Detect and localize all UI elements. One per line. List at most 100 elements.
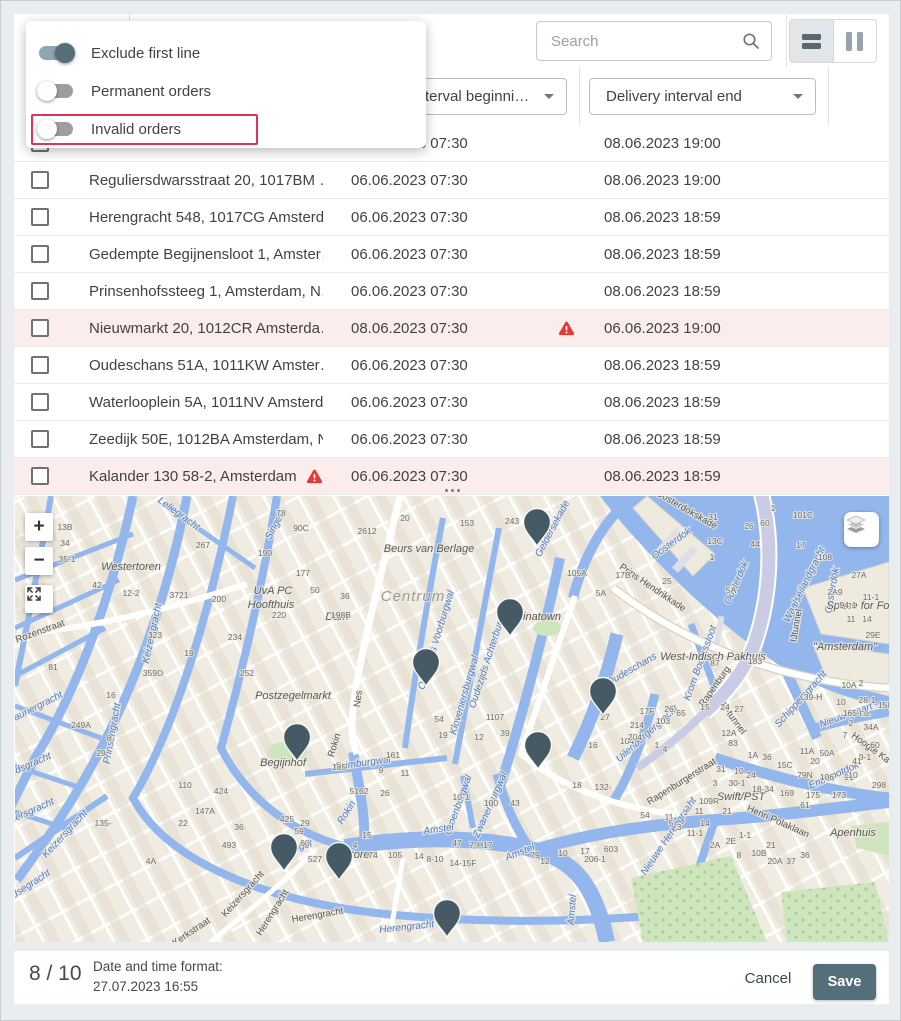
table-row[interactable]: Oudeschans 51A, 1011KW Amster…06.06.2023…: [14, 347, 889, 384]
map-housenumber: 11A: [800, 746, 815, 756]
search-input[interactable]: [537, 22, 771, 60]
toggle-label: Permanent orders: [91, 83, 211, 100]
map-housenumber: 29: [96, 748, 106, 758]
row-checkbox[interactable]: [31, 356, 49, 374]
map-housenumber: 135-: [94, 818, 111, 828]
map-label: Centrum: [381, 588, 446, 605]
map[interactable]: SingelLeliegrachtKeizersgrachtPrinsengra…: [15, 496, 889, 942]
map-fullscreen-button[interactable]: [25, 585, 53, 613]
map-housenumber: 1-1: [739, 830, 752, 840]
invalid-orders-toggle[interactable]: [39, 119, 73, 139]
map-housenumber: 19: [438, 730, 448, 740]
map-housenumber: 19: [184, 648, 194, 658]
map-housenumber: 4: [663, 744, 668, 754]
map-housenumber: 214: [630, 720, 644, 730]
save-button[interactable]: Save: [813, 964, 876, 1000]
row-interval-begin-cell: 06.06.2023 07:30: [331, 199, 579, 235]
row-interval-end-cell: 08.06.2023 18:59: [579, 199, 828, 235]
map-layers-button[interactable]: [844, 512, 879, 547]
map-housenumber: 74: [368, 850, 378, 860]
map-housenumber: 298: [872, 780, 886, 790]
map-housenumber: 11-1: [863, 592, 880, 602]
row-checkbox[interactable]: [31, 171, 49, 189]
date-format-value: 27.07.2023 16:55: [93, 979, 198, 994]
row-checkbox[interactable]: [31, 467, 49, 485]
split-drag-handle[interactable]: [432, 485, 472, 495]
row-checkbox-cell: [14, 162, 66, 198]
map-housenumber: 65: [676, 708, 686, 718]
map-housenumber: 15C: [777, 760, 793, 770]
map-pin[interactable]: [434, 900, 461, 938]
table-row[interactable]: Nieuwmarkt 20, 1012CR Amsterda…08.06.202…: [14, 310, 889, 347]
map-housenumber: 87: [710, 658, 720, 668]
row-checkbox[interactable]: [31, 393, 49, 411]
map-housenumber: 2: [859, 678, 864, 688]
map-housenumber: 12: [540, 856, 550, 866]
map-canvas: SingelLeliegrachtKeizersgrachtPrinsengra…: [15, 496, 889, 942]
row-checkbox-cell: [14, 199, 66, 235]
map-housenumber: 54: [434, 714, 444, 724]
map-housenumber: 17: [796, 540, 806, 550]
row-checkbox-cell: [14, 273, 66, 309]
row-interval-end-cell: 08.06.2023 19:00: [579, 162, 828, 198]
row-extra-cell: [828, 421, 889, 457]
map-housenumber: 153: [460, 518, 474, 528]
table-row[interactable]: Herengracht 548, 1017CG Amsterd…06.06.20…: [14, 199, 889, 236]
row-interval-end-cell: 06.06.2023 19:00: [579, 310, 828, 346]
map-label: Beurs van Berlage: [384, 543, 475, 555]
table-row[interactable]: Prinsenhofssteeg 1, Amsterdam, N…06.06.2…: [14, 273, 889, 310]
map-zoom-in-button[interactable]: +: [25, 513, 53, 541]
map-housenumber: 11: [847, 614, 856, 624]
map-housenumber: 110: [178, 780, 192, 790]
map-housenumber: 18: [572, 780, 582, 790]
map-housenumber: 4A: [146, 856, 157, 866]
map-housenumber: 54: [640, 810, 650, 820]
map-housenumber: 61: [800, 800, 810, 810]
map-housenumber: 1107: [486, 712, 505, 722]
row-interval-end-cell: 08.06.2023 18:59: [579, 458, 828, 494]
map-housenumber: 12A: [721, 728, 736, 738]
map-pin[interactable]: [326, 843, 353, 881]
row-address-cell: Kalander 130 58-2, Amsterdam: [66, 458, 331, 494]
search-box: [536, 21, 772, 61]
map-housenumber: 9: [379, 765, 384, 775]
cancel-button[interactable]: Cancel: [732, 965, 804, 991]
map-housenumber: 101C: [793, 510, 813, 520]
row-checkbox[interactable]: [31, 430, 49, 448]
table-row[interactable]: Zeedijk 50E, 1012BA Amsterdam, N…06.06.2…: [14, 421, 889, 458]
table-row[interactable]: Gedempte Begijnensloot 1, Amster…06.06.2…: [14, 236, 889, 273]
row-address-cell: Herengracht 548, 1017CG Amsterd…: [66, 199, 331, 235]
map-housenumber: 81: [48, 662, 58, 672]
row-extra-cell: [828, 384, 889, 420]
map-label: Rokin: [326, 732, 344, 758]
filters-popup: Exclude first line Permanent orders Inva…: [26, 21, 426, 148]
search-icon: [742, 32, 760, 50]
view-columns-button[interactable]: [833, 20, 877, 62]
map-housenumber: 20: [400, 513, 410, 523]
table-row[interactable]: Waterlooplein 5A, 1011NV Amsterd…06.06.2…: [14, 384, 889, 421]
map-housenumber: 31: [708, 512, 718, 522]
map-housenumber: 2: [685, 804, 690, 814]
table-row[interactable]: Reguliersdwarsstraat 20, 1017BM …06.06.2…: [14, 162, 889, 199]
map-housenumber: 190: [258, 548, 272, 558]
row-checkbox[interactable]: [31, 282, 49, 300]
map-pin[interactable]: [271, 834, 298, 872]
exclude-first-line-toggle[interactable]: [39, 43, 73, 63]
map-zoom-out-button[interactable]: −: [25, 547, 53, 575]
map-housenumber: 26: [664, 704, 674, 714]
map-housenumber: 267: [196, 540, 210, 550]
map-housenumber: 4: [353, 840, 358, 850]
row-interval-begin-cell: 06.06.2023 07:30: [331, 347, 579, 383]
map-label: Kerkstraat: [171, 915, 213, 942]
row-checkbox[interactable]: [31, 319, 49, 337]
view-rows-button[interactable]: [790, 20, 833, 62]
header-select-interval-end[interactable]: Delivery interval end: [589, 78, 816, 115]
map-label: "Amsterdam": [813, 641, 878, 653]
map-housenumber: 21: [766, 840, 776, 850]
map-housenumber: 27A: [851, 570, 866, 580]
permanent-orders-toggle[interactable]: [39, 81, 73, 101]
map-housenumber: 1: [710, 552, 715, 562]
row-checkbox[interactable]: [31, 208, 49, 226]
toggle-label: Exclude first line: [91, 45, 200, 62]
row-checkbox[interactable]: [31, 245, 49, 263]
